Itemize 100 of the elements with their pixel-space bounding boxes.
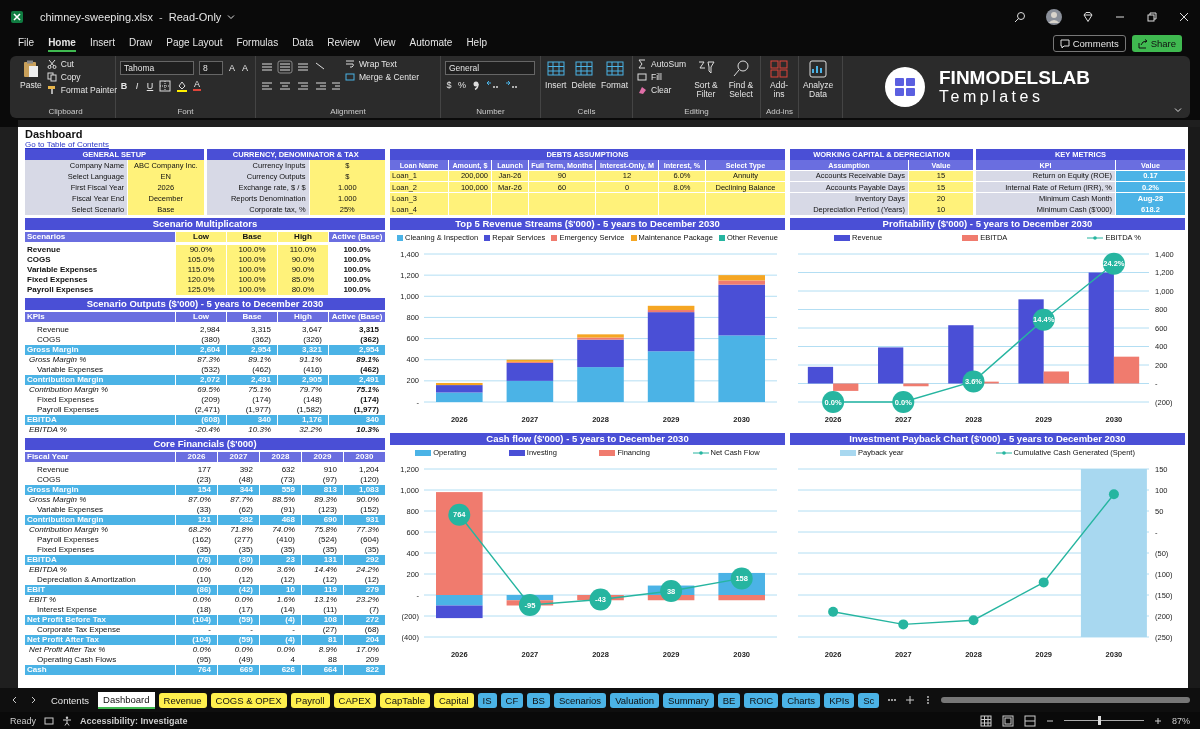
table-cell-text: (277)	[233, 534, 254, 545]
column-header: Low	[176, 231, 226, 242]
table-cell-text: (10)	[195, 574, 212, 585]
table-cell: (76)	[176, 554, 217, 565]
table-cell-text: (97)	[321, 474, 338, 485]
table-cell: (86)	[176, 584, 217, 595]
table-cell: 2,072	[176, 374, 226, 385]
table-cell-text: 100.0%	[342, 254, 372, 265]
table-cell-text: EBIT %	[28, 594, 58, 605]
column-header: High	[278, 311, 328, 322]
table-cell-text: 0.0%	[191, 594, 212, 605]
table-cell: 664	[302, 664, 343, 675]
section-title: Scenario Outputs ($'000) - 5 years to December 2030	[25, 297, 385, 310]
table-cell-text: (12)	[237, 574, 254, 585]
table-cell-text: (604)	[359, 534, 380, 545]
table-cell-text: Net Profit After Tax %	[28, 644, 107, 655]
table-cell-text: (148)	[302, 394, 323, 405]
table-cell-text: (91)	[279, 504, 296, 515]
table-cell-text: COGS	[36, 334, 62, 345]
table-cell: 108	[302, 614, 343, 625]
table-cell: 690	[302, 514, 343, 525]
table-cell-text: (35)	[321, 544, 338, 555]
table-cell-text: (120)	[359, 474, 380, 485]
table-cell-text: (35)	[363, 544, 380, 555]
table-cell-text: 90.0%	[355, 494, 380, 505]
table-cell-text: (532)	[200, 364, 221, 375]
table-cell-text: 75.1%	[355, 384, 380, 395]
column-header: 2026	[176, 451, 217, 462]
table-cell-text: (362)	[359, 334, 380, 345]
table-cell-text: 910	[322, 464, 338, 475]
brand-tagline: Templates	[939, 88, 1045, 106]
table-cell-text: COGS	[36, 474, 62, 485]
table-cell: 119	[302, 584, 343, 595]
table-cell-text: Variable Expenses	[36, 504, 105, 515]
table-cell: 23	[260, 554, 301, 565]
table-cell-text: (174)	[359, 394, 380, 405]
table-cell-text: 3,315	[249, 324, 272, 335]
table-cell-text: 392	[238, 464, 254, 475]
table-cell-text: (49)	[237, 654, 254, 665]
table-cell: 2,954	[227, 344, 277, 355]
table-cell-text: 0.0%	[233, 564, 254, 575]
table-cell-text: (326)	[302, 334, 323, 345]
table-cell-text: Payroll Expenses	[26, 284, 95, 295]
table-cell-text: Gross Margin %	[28, 494, 88, 505]
table-cell: Gross Margin	[25, 484, 175, 495]
table-cell-text: 24.2%	[355, 564, 380, 575]
table-cell-text: 100.0%	[342, 264, 372, 275]
table-cell-text: 177	[196, 464, 212, 475]
table-cell-text: 10.3%	[247, 424, 272, 435]
status-text: Ready	[10, 715, 36, 726]
table-cell: Contribution Margin	[25, 514, 175, 525]
table-cell-text: (12)	[279, 574, 296, 585]
table-cell-text: Payroll Expenses	[36, 534, 100, 545]
group-label: Clipboard	[48, 106, 83, 118]
table-cell-text: (18)	[195, 604, 212, 615]
table-cell-text: 0.0%	[191, 644, 212, 655]
table-cell-text: 89.1%	[247, 354, 272, 365]
table-cell: 626	[260, 664, 301, 675]
table-cell-text: -20.4%	[193, 424, 221, 435]
table-cell-text: 88.5%	[271, 494, 296, 505]
table-cell-text: 0.0%	[233, 594, 254, 605]
table-cell-text: 23.2%	[355, 594, 380, 605]
table-cell: Cash	[25, 664, 175, 675]
table-cell: Contribution Margin	[25, 374, 175, 385]
table-cell-text: Contribution Margin %	[28, 524, 110, 535]
table-cell: 121	[176, 514, 217, 525]
table-cell-text: (123)	[317, 504, 338, 515]
table-cell-text: 100.0%	[342, 274, 372, 285]
table-cell-text: 0.0%	[233, 644, 254, 655]
table-cell-text: -	[291, 624, 296, 635]
table-cell-text: EBITDA %	[28, 424, 68, 435]
table-cell-text: (35)	[195, 544, 212, 555]
table-cell-text: Interest Expense	[36, 604, 99, 615]
table-cell-text: 75.1%	[247, 384, 272, 395]
table-cell-text: 14.4%	[313, 564, 338, 575]
group-label: Cells	[577, 106, 596, 118]
table-cell: 468	[260, 514, 301, 525]
column-header: 2028	[260, 451, 301, 462]
column-header: KPIs	[25, 311, 175, 322]
column-header: Active (Base)	[329, 311, 385, 322]
table-cell: (42)	[218, 584, 259, 595]
table-cell-text: 75.8%	[313, 524, 338, 535]
table-cell: 2,491	[227, 374, 277, 385]
table-cell-text: (410)	[275, 534, 296, 545]
table-cell-text: 79.7%	[298, 384, 323, 395]
table-cell-text: Fixed Expenses	[36, 394, 95, 405]
table-cell-text: (462)	[251, 364, 272, 375]
table-cell-text: (27)	[321, 624, 338, 635]
table-cell-text: 74.0%	[271, 524, 296, 535]
column-header: Active (Base)	[329, 231, 385, 242]
table-cell-text: -	[207, 624, 212, 635]
table-cell-text: 3,647	[300, 324, 323, 335]
title-separator: -	[159, 10, 163, 23]
table-cell-text: (68)	[363, 624, 380, 635]
table-cell-text: (2,471)	[193, 404, 221, 415]
table-cell-text: (95)	[195, 654, 212, 665]
table-cell: (30)	[218, 554, 259, 565]
table-cell-text: Payroll Expenses	[36, 404, 100, 415]
table-cell-text: 87.7%	[229, 494, 254, 505]
table-cell-text: Fixed Expenses	[26, 274, 89, 285]
